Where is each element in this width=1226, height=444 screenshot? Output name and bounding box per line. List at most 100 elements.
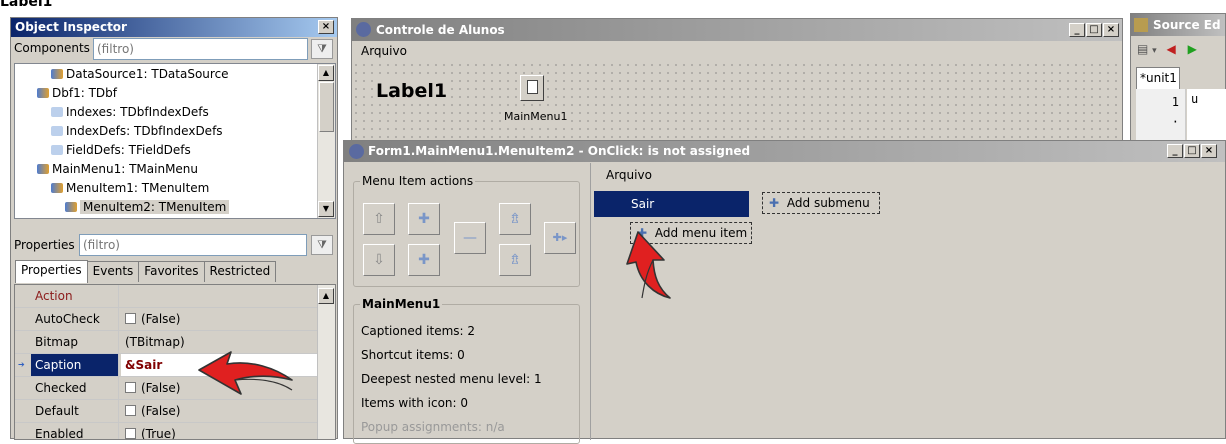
add-submenu-placeholder[interactable]: ✚ Add submenu	[762, 192, 880, 214]
property-row[interactable]: Action	[15, 285, 317, 308]
properties-label: Properties	[14, 238, 75, 252]
menu-item-actions-group: Menu Item actions ⇧ ✚ ⇩ ✚ — ⇯ ⇯ ✚▸	[353, 174, 580, 287]
tab-restricted[interactable]: Restricted	[203, 261, 277, 282]
insert-above-button[interactable]: ✚	[408, 203, 440, 235]
code-gutter: 1 ·	[1136, 89, 1186, 144]
move-down-button[interactable]: ⇩	[363, 244, 395, 276]
components-filter-input[interactable]: (filtro)	[93, 38, 308, 60]
inspector-tabs: Properties Events Favorites Restricted	[15, 260, 277, 284]
property-value[interactable]: (True)	[121, 423, 317, 439]
menu-item-sair[interactable]: Sair	[594, 191, 749, 217]
scroll-thumb[interactable]	[319, 82, 334, 132]
checkbox[interactable]	[125, 313, 136, 324]
scroll-up-button[interactable]: ▲	[318, 65, 334, 81]
component-tree[interactable]: DataSource1: TDataSource Dbf1: TDbf Indexe…	[14, 63, 336, 219]
tree-node[interactable]: IndexDefs: TDbfIndexDefs	[15, 122, 317, 141]
mainmenu-caption: MainMenu1	[504, 110, 568, 123]
tree-node-label: DataSource1: TDataSource	[66, 67, 229, 81]
menu-bar-item-arquivo[interactable]: Arquivo	[606, 168, 652, 182]
window-title: Object Inspector	[15, 20, 127, 34]
tree-node[interactable]: MainMenu1: TMainMenu	[15, 160, 317, 179]
dropdown-icon[interactable]: ▾	[1152, 46, 1157, 56]
property-value-text: (False)	[141, 404, 181, 418]
tree-node[interactable]: Indexes: TDbfIndexDefs	[15, 103, 317, 122]
lazarus-icon	[356, 22, 371, 37]
add-submenu-right-button[interactable]: ✚▸	[544, 222, 576, 254]
stat-line: Deepest nested menu level: 1	[361, 372, 542, 386]
property-value[interactable]: (False)	[121, 308, 317, 330]
object-inspector-titlebar[interactable]: Object Inspector ×	[11, 18, 337, 37]
property-row[interactable]: Enabled (True)	[15, 423, 317, 439]
property-value-text: (False)	[141, 381, 181, 395]
delete-item-button[interactable]: —	[454, 222, 486, 254]
filter-clear-button[interactable]: ⧩	[311, 39, 333, 59]
top-clipped-text: Label1	[0, 0, 53, 10]
component-icon	[51, 183, 63, 193]
property-name: Checked	[31, 377, 119, 399]
add-submenu-above-button[interactable]: ⇯	[499, 203, 531, 235]
lazarus-icon	[1134, 18, 1148, 32]
property-value[interactable]	[121, 285, 317, 307]
maximize-button[interactable]: □	[1086, 23, 1102, 37]
grid-scrollbar[interactable]: ▲	[317, 285, 335, 439]
line-number: ·	[1171, 115, 1179, 129]
tab-favorites[interactable]: Favorites	[138, 261, 205, 282]
property-name: Action	[31, 285, 119, 307]
tree-node-selected[interactable]: MenuItem2: TMenuItem	[15, 198, 317, 217]
properties-filter-input[interactable]: (filtro)	[79, 234, 307, 256]
field-defs-icon	[51, 126, 63, 136]
tab-events[interactable]: Events	[86, 261, 140, 282]
property-row[interactable]: AutoCheck (False)	[15, 308, 317, 331]
code-area[interactable]: u	[1187, 89, 1226, 144]
source-toolbar: ▤ ▾ ◀ ▶	[1137, 42, 1197, 56]
forward-arrow-icon[interactable]: ▶	[1188, 42, 1197, 56]
menu-editor-titlebar[interactable]: Form1.MainMenu1.MenuItem2 - OnClick: is …	[344, 141, 1225, 162]
add-submenu-below-button[interactable]: ⇯	[499, 244, 531, 276]
add-submenu-label: Add submenu	[786, 196, 870, 210]
move-up-button[interactable]: ⇧	[363, 203, 395, 235]
stat-line: Popup assignments: n/a	[361, 420, 505, 434]
form-menu-arquivo[interactable]: Arquivo	[361, 44, 407, 58]
close-button[interactable]: ×	[1201, 144, 1217, 158]
tree-node[interactable]: DataSource1: TDataSource	[15, 65, 317, 84]
unit1-tab[interactable]: *unit1	[1136, 67, 1180, 89]
field-defs-icon	[51, 107, 63, 117]
close-button[interactable]: ×	[318, 20, 334, 34]
red-arrow-icon	[198, 351, 293, 395]
source-editor-titlebar[interactable]: Source Ed	[1131, 14, 1225, 36]
tab-properties[interactable]: Properties	[15, 260, 88, 283]
checkbox[interactable]	[125, 382, 136, 393]
form-design-surface[interactable]: Label1 MainMenu1	[352, 61, 1122, 149]
funnel-icon: ⧩	[317, 42, 327, 55]
form-titlebar[interactable]: Controle de Alunos _ □ ×	[352, 19, 1122, 41]
field-defs-icon	[51, 145, 63, 155]
close-button[interactable]: ×	[1103, 23, 1119, 37]
scroll-down-button[interactable]: ▼	[318, 201, 334, 217]
tree-node[interactable]: MenuItem1: TMenuItem	[15, 179, 317, 198]
minimize-button[interactable]: _	[1069, 23, 1085, 37]
tree-scrollbar[interactable]: ▲ ▼	[317, 64, 335, 218]
scroll-up-button[interactable]: ▲	[318, 288, 334, 304]
tree-node-label: MenuItem1: TMenuItem	[66, 181, 210, 195]
property-value[interactable]: (False)	[121, 400, 317, 422]
maximize-button[interactable]: □	[1184, 144, 1200, 158]
property-value-text: (False)	[141, 312, 181, 326]
checkbox[interactable]	[125, 428, 136, 439]
properties-filter-clear-button[interactable]: ⧩	[311, 235, 333, 255]
tree-node[interactable]: FieldDefs: TFieldDefs	[15, 141, 317, 160]
open-file-icon[interactable]: ▤	[1137, 42, 1148, 56]
line-number: 1	[1171, 95, 1179, 109]
current-row-marker-icon: ➔	[18, 360, 25, 369]
property-row[interactable]: Default (False)	[15, 400, 317, 423]
tree-node[interactable]: Dbf1: TDbf	[15, 84, 317, 103]
mainmenu-component-icon[interactable]	[520, 75, 544, 101]
back-arrow-icon[interactable]: ◀	[1167, 42, 1176, 56]
property-name: Enabled	[31, 423, 119, 439]
property-name: Default	[31, 400, 119, 422]
label1-component[interactable]: Label1	[376, 80, 448, 102]
red-arrow-icon	[626, 231, 671, 299]
minimize-button[interactable]: _	[1167, 144, 1183, 158]
checkbox[interactable]	[125, 405, 136, 416]
property-name: AutoCheck	[31, 308, 119, 330]
insert-below-button[interactable]: ✚	[408, 244, 440, 276]
